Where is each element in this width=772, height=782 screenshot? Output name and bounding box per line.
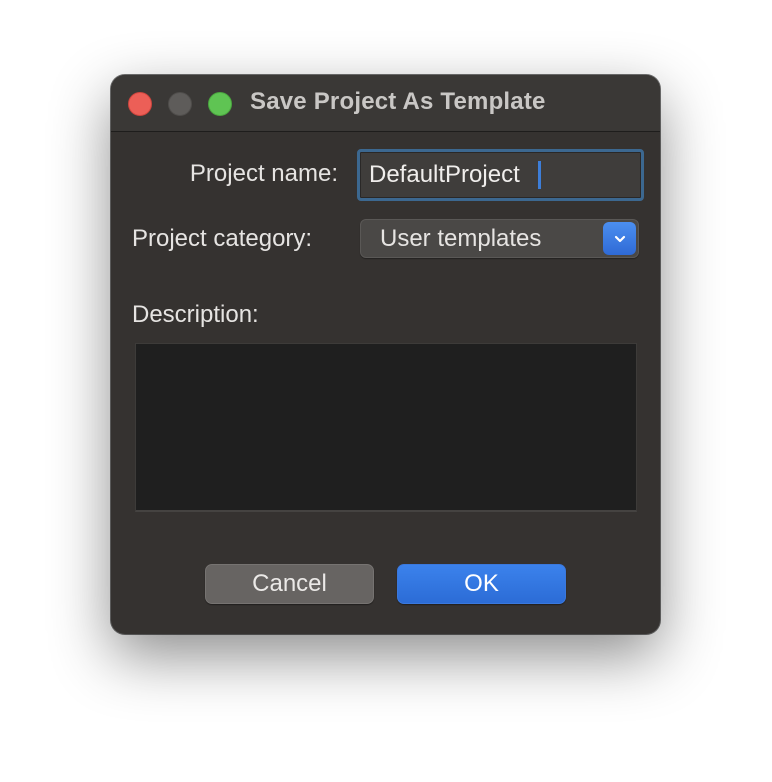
project-name-label: Project name: — [189, 160, 338, 187]
description-textarea[interactable] — [135, 343, 637, 512]
ok-button[interactable]: OK — [397, 564, 566, 604]
minimize-window-button[interactable] — [168, 92, 192, 116]
dialog-title: Save Project As Template — [250, 88, 546, 115]
save-template-dialog: Save Project As Template Project name: P… — [111, 75, 660, 634]
project-name-input[interactable] — [357, 149, 644, 201]
zoom-window-button[interactable] — [208, 92, 232, 116]
close-window-button[interactable] — [128, 92, 152, 116]
chevron-down-icon[interactable] — [603, 222, 636, 255]
project-category-value: User templates — [380, 225, 542, 252]
description-label: Description: — [132, 301, 259, 328]
cancel-button[interactable]: Cancel — [205, 564, 374, 604]
title-bar[interactable]: Save Project As Template — [111, 75, 660, 132]
project-category-label: Project category: — [132, 225, 313, 252]
text-caret — [538, 161, 541, 189]
project-category-select[interactable]: User templates — [360, 219, 639, 258]
